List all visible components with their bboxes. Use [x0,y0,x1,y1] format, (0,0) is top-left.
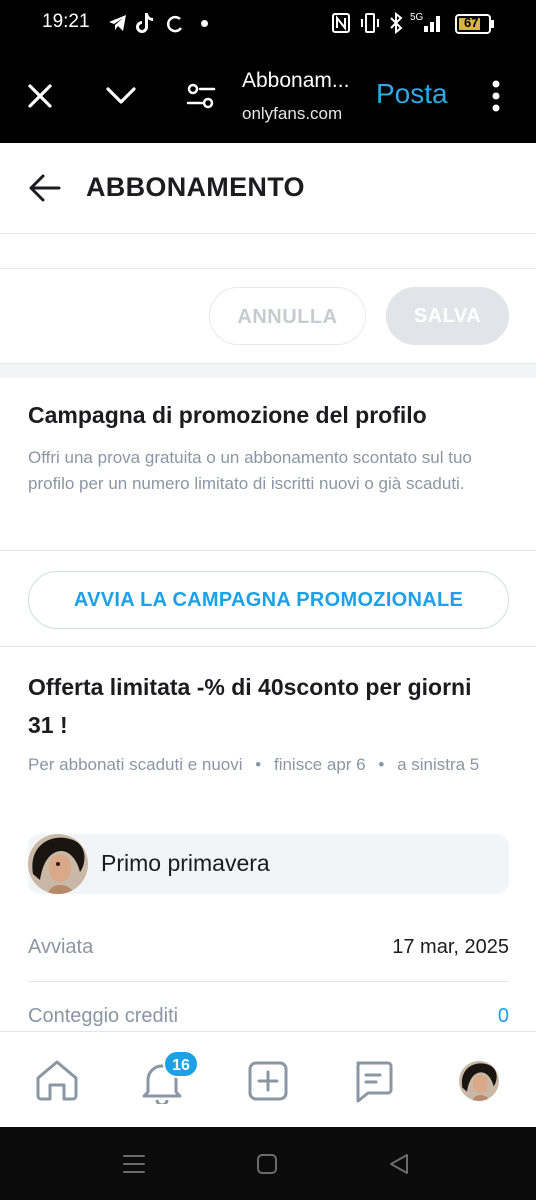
browser-toolbar: Abbonam... onlyfans.com Posta [0,48,536,143]
avatar [28,834,88,894]
section-divider [0,268,536,269]
page-header: ABBONAMENTO [0,143,536,234]
credit-count-label: Conteggio crediti [28,1005,179,1027]
page-title: ABBONAMENTO [86,172,305,202]
section-divider [0,646,536,647]
bluetooth-icon [390,12,403,34]
messages-icon[interactable] [352,1060,394,1104]
back-button-icon[interactable] [388,1152,410,1176]
profile-name: Primo primavera [101,850,270,876]
save-button[interactable]: SALVA [386,287,509,345]
offer-audience: Per abbonati scaduti e nuovi [28,755,243,774]
section-divider [0,550,536,551]
more-options-icon[interactable] [489,79,503,113]
offer-meta: Per abbonati scaduti e nuovi • finisce a… [28,755,480,774]
home-icon[interactable] [34,1058,80,1102]
signal-5g-icon: 5G [410,12,440,32]
notification-badge: 16 [163,1050,199,1078]
sync-icon [166,15,183,33]
profile-chip[interactable]: Primo primavera [28,834,509,894]
row-divider [28,981,509,982]
status-time: 19:21 [42,11,90,32]
network-label-icon: 5G [410,12,424,23]
back-arrow-icon[interactable] [28,173,62,203]
offer-title: Offerta limitata -% di 40sconto per gior… [28,674,472,738]
home-button-icon[interactable] [256,1153,278,1175]
tab-title[interactable]: Abbonam... [242,69,349,93]
status-bar: 19:21 5G 67 [0,0,536,48]
started-value: 17 mar, 2025 [392,936,509,958]
started-label: Avviata [28,936,94,958]
bottom-nav: 16 [0,1031,536,1128]
offer-end-date: finisce apr 6 [273,755,366,774]
offer-remaining: a sinistra 5 [397,755,480,774]
credit-count-value[interactable]: 0 [498,1005,509,1028]
notification-dot-icon [201,20,208,27]
chevron-down-icon[interactable] [105,86,137,106]
vibrate-icon [361,13,379,33]
posta-link[interactable]: Posta [376,78,448,110]
cancel-button[interactable]: ANNULLA [209,287,366,345]
section-gap [0,364,536,378]
telegram-icon [109,15,126,31]
battery-level: 67 [464,15,479,30]
site-settings-icon[interactable] [186,82,216,110]
profile-avatar-icon[interactable] [459,1061,499,1101]
add-post-icon[interactable] [247,1060,289,1102]
promo-title: Campagna di promozione del profilo [28,402,427,428]
recent-apps-icon[interactable] [122,1153,146,1175]
promo-description: Offri una prova gratuita o un abbonament… [28,448,472,493]
tiktok-icon [136,13,153,33]
start-campaign-button[interactable]: AVVIA LA CAMPAGNA PROMOZIONALE [28,571,509,629]
url-domain[interactable]: onlyfans.com [242,104,342,124]
system-navigation-bar [0,1127,536,1200]
nfc-icon [332,13,350,33]
close-icon[interactable] [27,83,53,109]
